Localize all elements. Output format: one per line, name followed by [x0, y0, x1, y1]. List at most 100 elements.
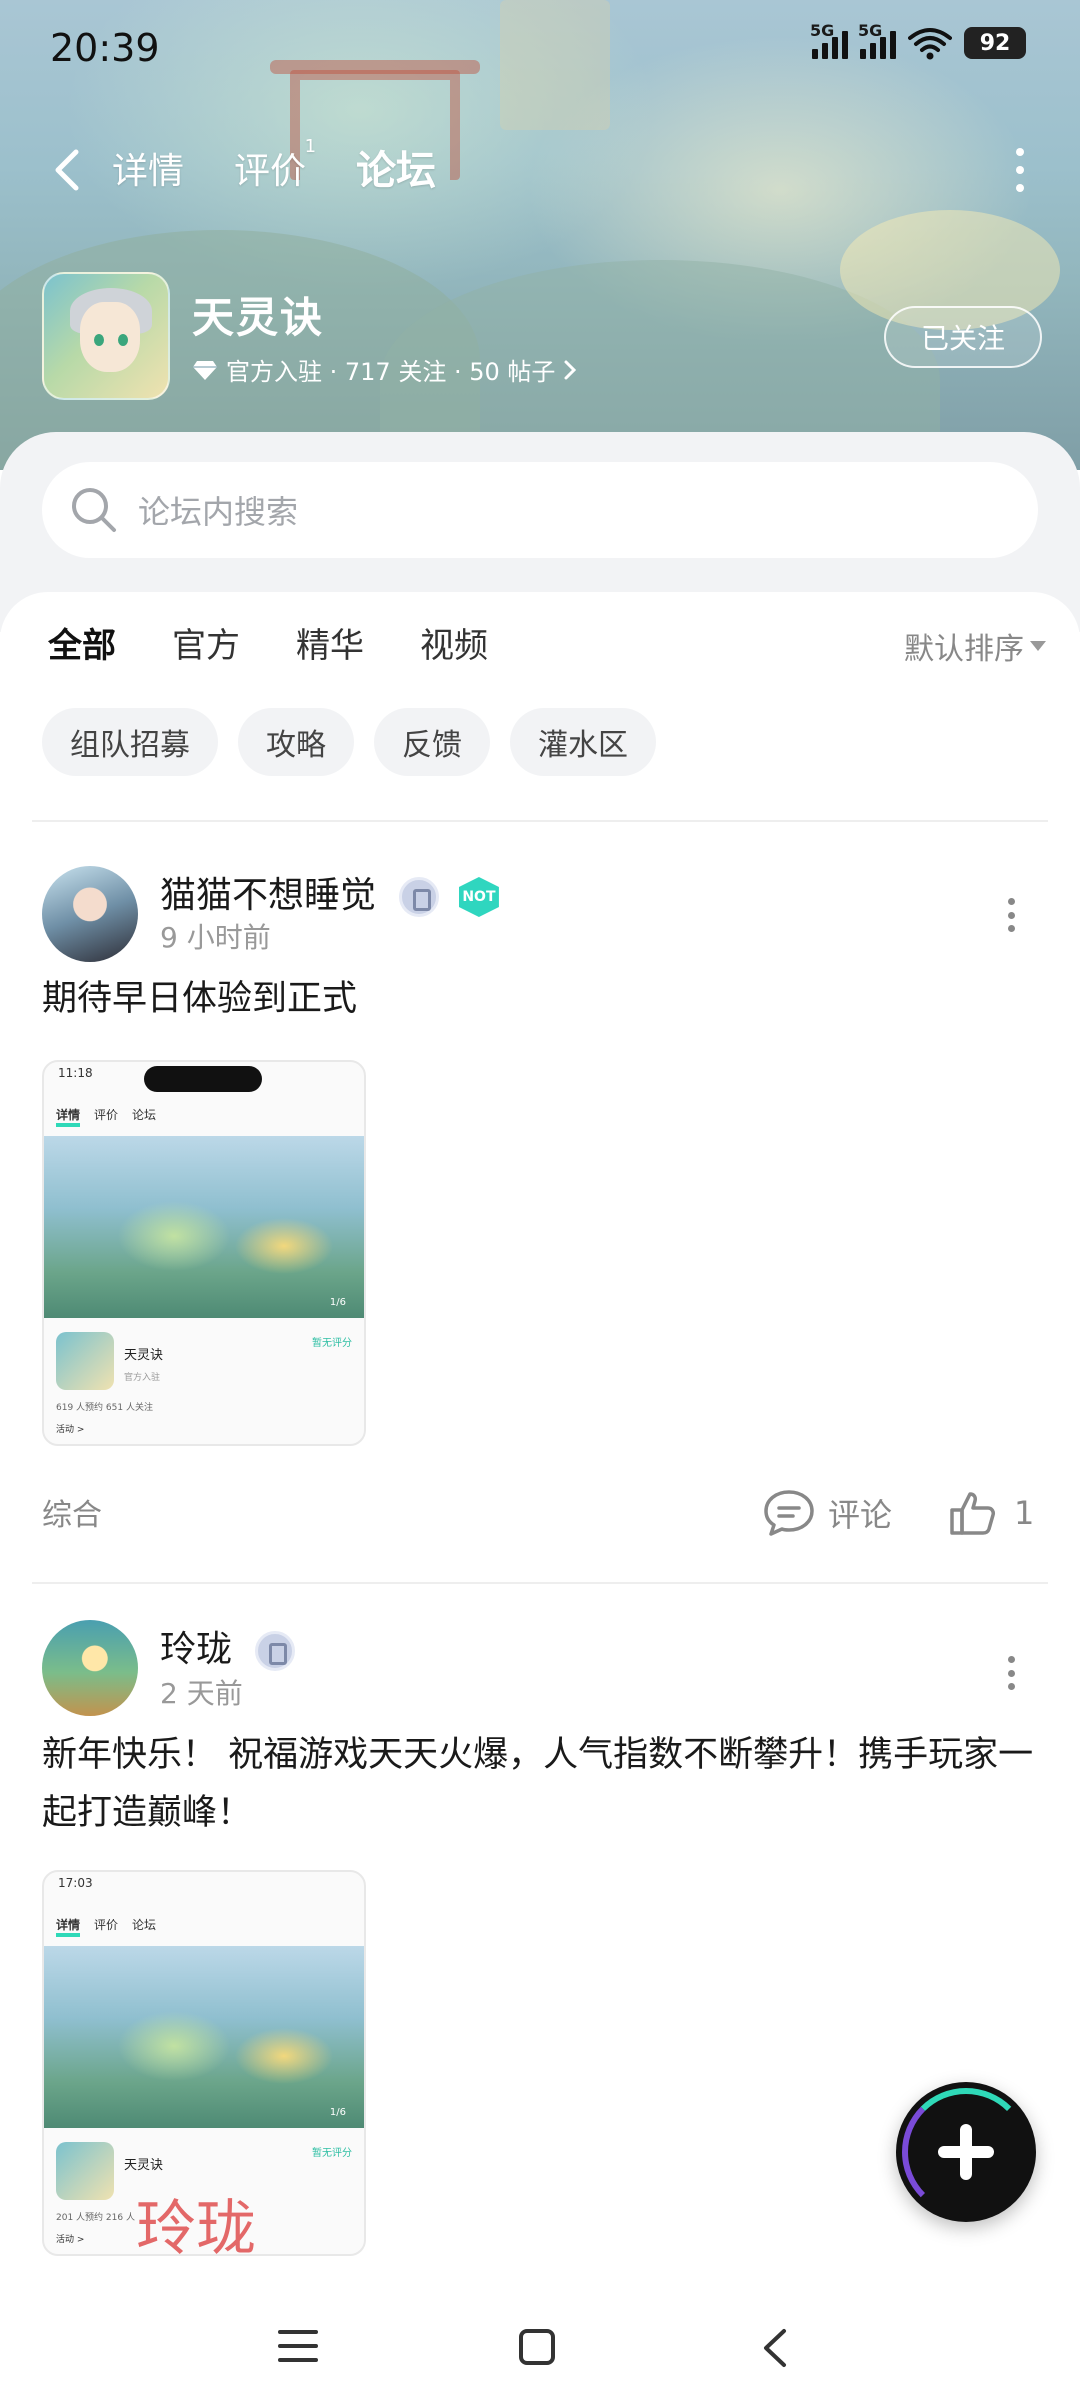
home-icon[interactable]: [518, 2328, 556, 2366]
like-count: 1: [1014, 1494, 1035, 1532]
level-badge-icon: NOT: [458, 877, 499, 917]
filter-tab-label: 视频: [420, 626, 488, 666]
thumbs-up-icon: [950, 1492, 995, 1535]
thumb-app-icon: [56, 2142, 114, 2200]
status-icons: 5G 5G 92: [810, 21, 1026, 60]
chip-team-recruit[interactable]: 组队招募: [42, 708, 218, 776]
post-category-tag[interactable]: 综合: [42, 1490, 102, 1534]
post-time: 9 小时前: [160, 921, 271, 954]
like-button[interactable]: 1: [948, 1488, 1034, 1538]
filter-tab-video[interactable]: 视频: [420, 618, 488, 678]
status-time: 20:39: [50, 26, 160, 70]
tab-details-label: 详情: [112, 151, 185, 192]
thumb-banner-image: 1/6: [44, 1946, 364, 2128]
post-text: 期待早日体验到正式: [42, 979, 358, 1019]
post-image[interactable]: 11:18 详情 评价 论坛 1/6 天灵诀 官方入驻 暂无评分 619 人预约…: [42, 1060, 366, 1446]
tab-reviews[interactable]: 评价 1: [234, 136, 316, 194]
system-nav-bar: [0, 2292, 1080, 2401]
top-nav: 详情 评价 1 论坛: [0, 130, 1080, 210]
thumb-nav: 详情 评价 论坛: [56, 1916, 156, 1937]
thumb-score: 暂无评分: [312, 2148, 352, 2159]
filter-tab-label: 全部: [48, 626, 116, 666]
thumb-activity: 活动 >: [56, 2235, 85, 2245]
chip-chat[interactable]: 灌水区: [510, 708, 656, 776]
menu-icon[interactable]: [278, 2328, 318, 2364]
thumb-app-icon: [56, 1332, 114, 1390]
filter-tab-all[interactable]: 全部: [48, 618, 116, 684]
post-footer: 综合 评论 1: [42, 1480, 1038, 1540]
more-options-icon[interactable]: [1014, 148, 1026, 192]
thumb-page-indicator: 1/6: [329, 1297, 346, 1308]
new-post-button[interactable]: [896, 2082, 1036, 2222]
back-icon[interactable]: [760, 2328, 788, 2368]
back-arrow-icon[interactable]: [48, 148, 88, 192]
app-info: 天灵诀 官方入驻 · 717 关注 · 50 帖子 已关注: [42, 272, 1042, 402]
divider: [32, 820, 1048, 822]
thumb-tab: 评价: [94, 1108, 119, 1122]
avatar[interactable]: [42, 866, 138, 962]
app-meta[interactable]: 官方入驻 · 717 关注 · 50 帖子: [192, 352, 577, 387]
post-username-row: 猫猫不想睡觉 NOT: [160, 866, 499, 918]
thumb-tab: 论坛: [132, 1108, 157, 1122]
verified-badge-icon: [255, 1631, 296, 1671]
wifi-icon: [908, 28, 952, 60]
post-time: 2 天前: [160, 1677, 243, 1710]
thumb-nav: 详情 评价 论坛: [56, 1106, 156, 1127]
filter-tab-official[interactable]: 官方: [172, 618, 240, 678]
app-name: 天灵诀: [192, 293, 325, 342]
post-username[interactable]: 猫猫不想睡觉: [160, 875, 376, 916]
post-image[interactable]: 17:03 详情 评价 论坛 1/6 天灵诀 暂无评分 201 人预约 216 …: [42, 1870, 366, 2256]
thumb-page-indicator: 1/6: [329, 2107, 346, 2118]
tab-details[interactable]: 详情: [112, 142, 184, 194]
chevron-right-icon: [564, 360, 577, 379]
plus-icon: [960, 2124, 972, 2180]
chip-feedback[interactable]: 反馈: [374, 708, 490, 776]
thumb-banner-image: 1/6: [44, 1136, 364, 1318]
post-username[interactable]: 玲珑: [160, 1629, 232, 1670]
tab-forum[interactable]: 论坛: [356, 138, 436, 200]
app-meta-text: 官方入驻 · 717 关注 · 50 帖子: [226, 358, 556, 386]
status-bar: 20:39 5G 5G 92: [0, 0, 1080, 96]
avatar[interactable]: [42, 1620, 138, 1716]
comment-button[interactable]: 评论: [762, 1488, 892, 1538]
thumb-app-name: 天灵诀: [124, 2158, 164, 2173]
thumb-watermark: 玲珑: [136, 2194, 256, 2256]
thumb-activity: 活动 >: [56, 1425, 85, 1435]
thumb-tab: 论坛: [132, 1918, 157, 1932]
filter-tab-featured[interactable]: 精华: [296, 618, 364, 678]
thumb-island: [144, 1066, 262, 1092]
app-icon[interactable]: [42, 272, 170, 400]
search-icon: [72, 488, 116, 532]
dropdown-triangle-icon: [1030, 641, 1046, 651]
chip-guide[interactable]: 攻略: [238, 708, 354, 776]
post-more-icon[interactable]: [1006, 898, 1016, 932]
signal-icon: 5G: [810, 21, 848, 59]
signal-icon: 5G: [858, 21, 896, 59]
follow-button[interactable]: 已关注: [884, 306, 1042, 368]
comment-icon: [764, 1490, 814, 1536]
diamond-icon: [193, 360, 217, 380]
battery-icon: 92: [964, 27, 1026, 59]
thumb-score: 暂无评分: [312, 1338, 352, 1349]
signal-label: 5G: [810, 21, 835, 40]
tab-forum-label: 论坛: [356, 148, 436, 194]
sort-label: 默认排序: [904, 632, 1024, 667]
verified-badge-icon: [399, 877, 440, 917]
sort-dropdown[interactable]: 默认排序: [904, 624, 1046, 668]
search-placeholder: 论坛内搜索: [138, 493, 299, 531]
filter-tab-label: 精华: [296, 626, 364, 666]
post-text: 新年快乐！ 祝福游戏天天火爆，人气指数不断攀升！携手玩家一起打造巅峰！: [42, 1735, 1034, 1833]
thumb-status-time: 17:03: [58, 1876, 93, 1890]
filter-tab-label: 官方: [172, 626, 240, 666]
thumb-app-name: 天灵诀: [124, 1348, 164, 1363]
post-more-icon[interactable]: [1006, 1656, 1016, 1690]
search-input[interactable]: 论坛内搜索: [42, 462, 1038, 558]
thumb-app-sub: 官方入驻: [124, 1373, 161, 1383]
tab-reviews-badge: 1: [304, 136, 317, 157]
filter-active-indicator: [52, 674, 112, 684]
thumb-tab: 评价: [94, 1918, 119, 1932]
thumb-counts: 201 人预约 216 人: [56, 2213, 135, 2223]
post-username-row: 玲珑: [160, 1620, 296, 1672]
category-chips: 组队招募 攻略 反馈 灌水区: [42, 708, 656, 776]
thumb-tab: 详情: [56, 1106, 81, 1127]
